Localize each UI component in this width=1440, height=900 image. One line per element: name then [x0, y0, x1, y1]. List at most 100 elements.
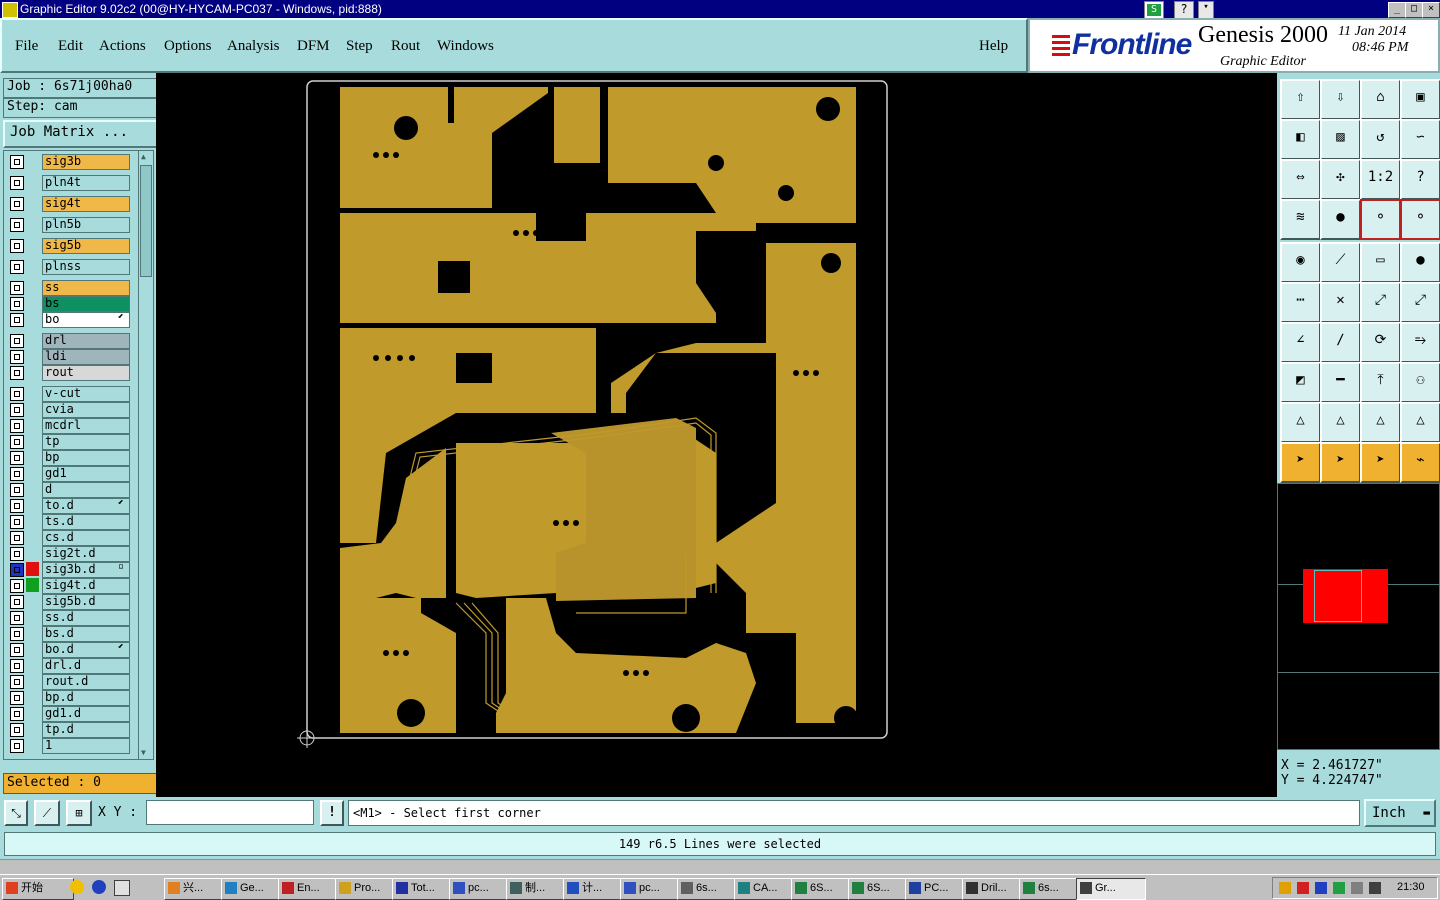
s-icon[interactable]: S: [1144, 1, 1164, 19]
xy-input[interactable]: [146, 800, 314, 825]
triangle-red-icon[interactable]: △: [1360, 402, 1401, 443]
tray-icon-3[interactable]: [1315, 882, 1327, 894]
rotate-icon[interactable]: ↺: [1360, 119, 1401, 160]
layer-row-bo[interactable]: bo ⬋: [6, 311, 130, 328]
layer-name[interactable]: cvia: [42, 402, 130, 418]
layer-row-sig5b[interactable]: sig5b: [6, 237, 130, 254]
layer-name[interactable]: pln4t: [42, 175, 130, 191]
line-icon[interactable]: ∕: [1320, 322, 1361, 363]
tray-icon-4[interactable]: [1333, 882, 1345, 894]
layer-checkbox[interactable]: [10, 313, 24, 327]
menu-step[interactable]: Step: [346, 38, 373, 55]
layer-scrollbar[interactable]: ▲ ▼: [138, 150, 154, 760]
layer-checkbox[interactable]: [10, 563, 24, 577]
layer-checkbox[interactable]: [10, 691, 24, 705]
cross-icon[interactable]: ✕: [1320, 282, 1361, 323]
zoom-tool-icon[interactable]: ⤡: [4, 800, 28, 826]
layer-name[interactable]: bs: [42, 296, 130, 312]
layer-name[interactable]: tp.d: [42, 722, 130, 738]
layer-checkbox[interactable]: [10, 531, 24, 545]
layer-row-sig5b.d[interactable]: sig5b.d: [6, 593, 130, 610]
layer-row-tp[interactable]: tp: [6, 433, 130, 450]
menu-actions[interactable]: Actions: [99, 38, 146, 55]
overview-panel[interactable]: [1277, 483, 1440, 750]
layer-name[interactable]: bs.d: [42, 626, 130, 642]
layer-name[interactable]: sig4t: [42, 196, 130, 212]
layer-name[interactable]: to.d: [42, 498, 130, 514]
layer-checkbox[interactable]: [10, 675, 24, 689]
overview-viewport[interactable]: [1314, 570, 1362, 622]
layer-checkbox[interactable]: [10, 451, 24, 465]
maximize-button[interactable]: □: [1405, 2, 1423, 18]
layer-name[interactable]: 1: [42, 738, 130, 754]
tray-icon-5[interactable]: [1351, 882, 1363, 894]
grid-tool-icon[interactable]: ⊞: [66, 800, 92, 826]
layer-checkbox[interactable]: [10, 643, 24, 657]
dot-icon[interactable]: ●: [1400, 242, 1440, 283]
layer-row-bp.d[interactable]: bp.d: [6, 689, 130, 706]
layer-row-sig2t.d[interactable]: sig2t.d: [6, 545, 130, 562]
pan-right-icon[interactable]: ▨: [1320, 119, 1361, 160]
tray-arrow-icon[interactable]: ▾: [1198, 1, 1214, 19]
layer-name[interactable]: rout.d: [42, 674, 130, 690]
triangle-cut-icon[interactable]: △: [1400, 402, 1440, 443]
desktop-icon[interactable]: [114, 880, 130, 896]
browser-icon[interactable]: [92, 880, 106, 894]
layer-row-pln5b[interactable]: pln5b: [6, 216, 130, 233]
layer-row-cs.d[interactable]: cs.d: [6, 529, 130, 546]
layer-row-drl[interactable]: drl: [6, 332, 130, 349]
layer-row-rout[interactable]: rout: [6, 364, 130, 381]
layer-name[interactable]: plnss: [42, 259, 130, 275]
layer-row-d[interactable]: d: [6, 481, 130, 498]
triangle-alt-icon[interactable]: △: [1320, 402, 1361, 443]
layer-name[interactable]: ldi: [42, 349, 130, 365]
layer-checkbox[interactable]: [10, 176, 24, 190]
layer-row-cvia[interactable]: cvia: [6, 401, 130, 418]
layer-name[interactable]: sig3b: [42, 154, 130, 170]
group-icon[interactable]: ⚇: [1400, 362, 1440, 403]
close-button[interactable]: ×: [1422, 2, 1440, 18]
layer-checkbox[interactable]: [10, 467, 24, 481]
menu-file[interactable]: File: [15, 38, 38, 55]
layer-checkbox[interactable]: [10, 435, 24, 449]
layer-name[interactable]: ss.d: [42, 610, 130, 626]
unit-select[interactable]: Inch ▬: [1364, 799, 1436, 827]
draw-icon[interactable]: ⟋: [1320, 242, 1361, 283]
layer-checkbox[interactable]: [10, 659, 24, 673]
layer-row-drl.d[interactable]: drl.d: [6, 657, 130, 674]
layer-name[interactable]: sig5b.d: [42, 594, 130, 610]
layer-name[interactable]: tp: [42, 434, 130, 450]
node-icon[interactable]: ⤢: [1360, 282, 1401, 323]
pointer-red-icon[interactable]: ➤: [1360, 442, 1401, 483]
layer-checkbox[interactable]: [10, 403, 24, 417]
net-alt-icon[interactable]: ⚬: [1400, 199, 1440, 240]
place-icon[interactable]: ◩: [1280, 362, 1321, 403]
font-icon[interactable]: ⥱: [1400, 322, 1440, 363]
layer-name[interactable]: bo.d: [42, 642, 130, 658]
layer-checkbox[interactable]: [10, 260, 24, 274]
layer-row-ss[interactable]: ss: [6, 279, 130, 296]
layer-checkbox[interactable]: [10, 707, 24, 721]
taskbar-task[interactable]: Gr...: [1076, 878, 1146, 900]
dimension-icon[interactable]: ⤒: [1360, 362, 1401, 403]
tray-icon-2[interactable]: [1297, 882, 1309, 894]
mirror-icon[interactable]: ∽: [1400, 119, 1440, 160]
alert-button[interactable]: !: [320, 800, 344, 826]
layer-row-rout.d[interactable]: rout.d: [6, 673, 130, 690]
layer-name[interactable]: sig2t.d: [42, 546, 130, 562]
layer-checkbox[interactable]: [10, 218, 24, 232]
job-matrix-button[interactable]: Job Matrix ...: [3, 120, 162, 148]
layer-checkbox[interactable]: [10, 155, 24, 169]
triangle-icon[interactable]: △: [1280, 402, 1321, 443]
layer-row-ts.d[interactable]: ts.d: [6, 513, 130, 530]
layer-name[interactable]: cs.d: [42, 530, 130, 546]
layer-checkbox[interactable]: [10, 595, 24, 609]
menu-windows[interactable]: Windows: [437, 38, 494, 55]
layer-name[interactable]: mcdrl: [42, 418, 130, 434]
layer-row-pln4t[interactable]: pln4t: [6, 174, 130, 191]
layer-checkbox[interactable]: [10, 419, 24, 433]
menu-edit[interactable]: Edit: [58, 38, 83, 55]
layer-name[interactable]: drl: [42, 333, 130, 349]
start-button[interactable]: 开始: [2, 878, 74, 900]
layer-name[interactable]: ss: [42, 280, 130, 296]
